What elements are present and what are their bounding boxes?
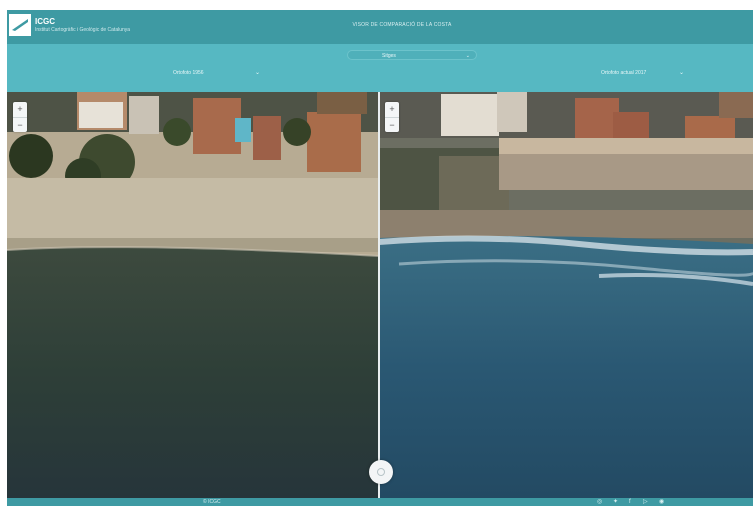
right-layer-label[interactable]: Ortofoto actual 2017 [601, 70, 646, 76]
instagram-icon[interactable]: ◎ [597, 498, 602, 506]
location-dropdown-value: Sitges [382, 53, 396, 59]
map-compare[interactable]: + − + − [7, 92, 753, 498]
zoom-out-icon[interactable]: − [13, 117, 27, 133]
twitter-icon[interactable]: ✦ [613, 498, 618, 506]
chevron-down-icon: ⌄ [465, 53, 470, 59]
right-layer-chevron-icon[interactable]: ⌄ [679, 69, 684, 76]
zoom-in-icon[interactable]: + [385, 102, 399, 117]
logo-subtitle: Institut Cartogràfic i Geològic de Catal… [35, 27, 131, 33]
footer-credit-link[interactable]: © ICGC [203, 498, 221, 506]
page-title: VISOR DE COMPARACIÓ DE LA COSTA [352, 22, 452, 28]
footer: © ICGC ◎ ✦ f ▷ ◉ [7, 498, 753, 506]
left-aerial-image [7, 92, 379, 498]
zoom-out-icon[interactable]: − [385, 117, 399, 133]
linkedin-icon[interactable]: ◉ [659, 498, 664, 506]
location-dropdown[interactable]: Sitges ⌄ [347, 50, 477, 60]
header: ICGC Institut Cartogràfic i Geològic de … [7, 10, 753, 44]
right-aerial-image [379, 92, 753, 498]
app: ICGC Institut Cartogràfic i Geològic de … [7, 10, 753, 506]
left-layer-label[interactable]: Ortofoto 1956 [173, 70, 204, 76]
swipe-divider[interactable] [378, 92, 380, 498]
logo-text: ICGC [35, 17, 55, 26]
logo-icon[interactable] [9, 14, 31, 36]
map-swipe-handle[interactable] [369, 460, 393, 484]
toolbar: Sitges ⌄ Ortofoto 1956 ⌄ Ortofoto actual… [7, 44, 753, 92]
right-map-pane[interactable]: + − [379, 92, 753, 498]
right-zoom-control: + − [385, 102, 399, 132]
zoom-in-icon[interactable]: + [13, 102, 27, 117]
left-map-pane[interactable]: + − [7, 92, 379, 498]
left-zoom-control: + − [13, 102, 27, 132]
youtube-icon[interactable]: ▷ [643, 498, 648, 506]
facebook-icon[interactable]: f [629, 498, 631, 506]
left-layer-chevron-icon[interactable]: ⌄ [255, 69, 260, 76]
